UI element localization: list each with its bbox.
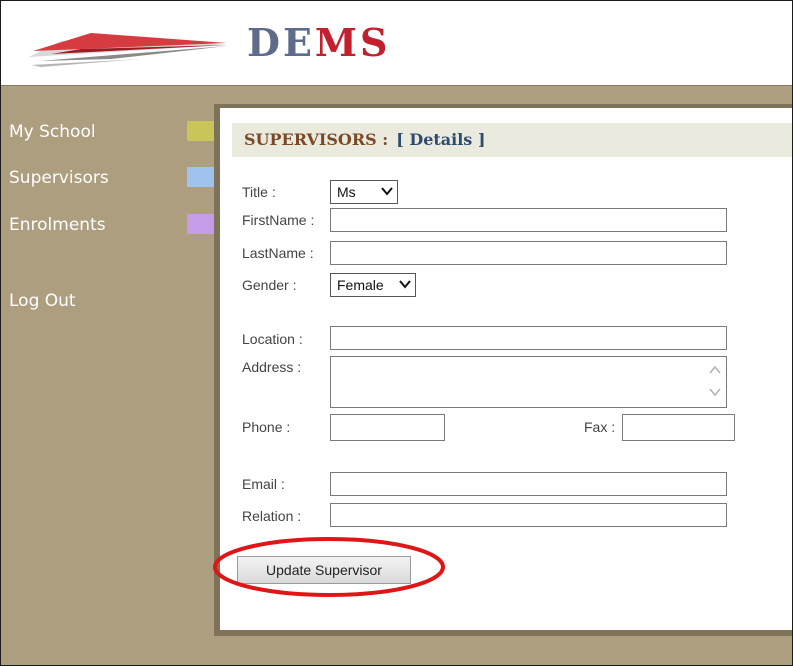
sidebar-item-label[interactable]: My School xyxy=(9,119,96,145)
sidebar-item-label[interactable]: Enrolments xyxy=(9,212,106,238)
lastname-input[interactable] xyxy=(330,241,727,265)
page-title: SUPERVISORS :[ Details ] xyxy=(244,130,486,149)
sidebar-item-label[interactable]: Supervisors xyxy=(9,165,109,191)
firstname-label: FirstName : xyxy=(242,212,315,228)
address-label: Address : xyxy=(242,359,302,375)
phone-label: Phone : xyxy=(242,419,291,435)
chevron-down-icon xyxy=(399,280,411,289)
chevron-down-icon xyxy=(381,187,393,196)
sidebar-item-enrolments[interactable]: Enrolments xyxy=(9,212,219,238)
email-input[interactable] xyxy=(330,472,727,496)
email-label: Email : xyxy=(242,476,285,492)
lastname-label: LastName : xyxy=(242,245,314,261)
scroll-arrows-icon[interactable] xyxy=(708,361,722,401)
phone-input[interactable] xyxy=(330,414,445,441)
header-divider xyxy=(1,85,792,86)
sidebar-item-supervisors[interactable]: Supervisors xyxy=(9,165,219,191)
panel-header: SUPERVISORS :[ Details ] xyxy=(232,123,792,157)
color-swatch xyxy=(187,167,217,187)
paper-plane-logo-icon xyxy=(29,33,227,67)
fax-input[interactable] xyxy=(622,414,735,441)
page-subtitle: [ Details ] xyxy=(396,130,486,149)
app-brand: DEMS xyxy=(247,20,391,65)
location-label: Location : xyxy=(242,331,303,347)
location-input[interactable] xyxy=(330,326,727,350)
highlight-circle-annotation xyxy=(213,537,445,597)
firstname-input[interactable] xyxy=(330,208,727,232)
color-swatch xyxy=(187,214,217,234)
header: DEMS xyxy=(1,1,792,85)
address-textarea[interactable] xyxy=(330,356,727,408)
logout-link[interactable]: Log Out xyxy=(9,288,76,314)
fax-label: Fax : xyxy=(584,419,616,435)
sidebar-item-my-school[interactable]: My School xyxy=(9,119,219,145)
app-window: DEMS My School Supervisors Enrolments Lo… xyxy=(0,0,793,666)
title-label: Title : xyxy=(242,184,276,200)
title-select[interactable]: Ms xyxy=(330,180,398,204)
gender-label: Gender : xyxy=(242,277,297,293)
color-swatch xyxy=(187,121,217,141)
gender-select[interactable]: Female xyxy=(330,273,416,297)
